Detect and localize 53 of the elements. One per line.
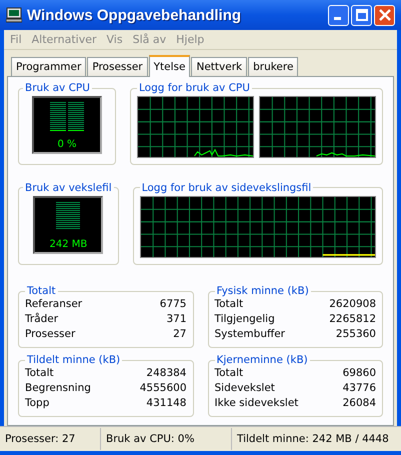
- group-title: Bruk av vekslefil: [24, 182, 113, 194]
- stat-value: 43776: [342, 381, 376, 396]
- group-title: Logg for bruk av CPU: [138, 82, 251, 94]
- stat-label: Systembuffer: [214, 327, 285, 342]
- tab[interactable]: Ytelse: [148, 55, 190, 77]
- meter-bar: [50, 102, 66, 131]
- meter-bar: [56, 202, 80, 230]
- tab[interactable]: Programmer: [11, 57, 86, 76]
- stat-value: 69860: [342, 366, 376, 381]
- stat-label: Referanser: [25, 297, 82, 312]
- meter-bar: [68, 102, 84, 131]
- maximize-button[interactable]: [351, 4, 372, 26]
- stat-label: Ikke sidevekslet: [214, 396, 298, 411]
- stat-label: Begrensning: [25, 381, 91, 396]
- stat-label: Totalt: [214, 366, 244, 381]
- stat-value: 2265812: [329, 312, 376, 327]
- stat-value: 2620908: [329, 297, 376, 312]
- stat-label: Totalt: [25, 366, 54, 381]
- group-title: Logg for bruk av sidevekslingsfil: [140, 182, 312, 194]
- group-title: Fysisk minne (kB): [216, 285, 310, 297]
- stat-value: 6775: [160, 297, 186, 312]
- tab[interactable]: brukere: [248, 57, 298, 76]
- cpu-reading: 0 %: [57, 139, 77, 150]
- window-title: Windows Oppgavebehandling: [27, 6, 242, 24]
- stat-label: Sidevekslet: [214, 381, 275, 396]
- stat-value: 248384: [146, 366, 186, 381]
- tab[interactable]: Prosesser: [87, 57, 148, 76]
- stat-label: Prosesser: [25, 327, 76, 342]
- stat-value: 26084: [342, 396, 376, 411]
- stat-value: 371: [166, 312, 186, 327]
- group-title: Kjerneminne (kB): [216, 354, 309, 366]
- stat-label: Tråder: [25, 312, 58, 327]
- status-text: Prosesser: 27: [0, 428, 101, 450]
- minimize-button[interactable]: [328, 4, 349, 26]
- maximize-icon: [356, 9, 368, 21]
- close-button[interactable]: [374, 4, 395, 26]
- stat-value: 255360: [336, 327, 376, 342]
- stat-label: Topp: [25, 396, 50, 411]
- stat-value: 431148: [146, 396, 186, 411]
- computer-icon: [6, 7, 22, 23]
- minimize-icon: [334, 17, 340, 20]
- stat-label: Tilgjengelig: [214, 312, 275, 327]
- status-text: Tildelt minne: 242 MB / 4448: [236, 432, 390, 447]
- stat-value: 4555600: [140, 381, 186, 396]
- stat-value: 27: [173, 327, 186, 342]
- group-title: Bruk av CPU: [24, 82, 91, 94]
- close-icon: [378, 9, 390, 21]
- stat-label: Totalt: [214, 297, 244, 312]
- tab[interactable]: Nettverk: [191, 57, 248, 76]
- group-title: Tildelt minne (kB): [26, 354, 122, 366]
- pagefile-reading: 242 MB: [49, 238, 88, 250]
- group-title: Totalt: [26, 285, 57, 297]
- status-text: Bruk av CPU: 0%: [101, 428, 232, 450]
